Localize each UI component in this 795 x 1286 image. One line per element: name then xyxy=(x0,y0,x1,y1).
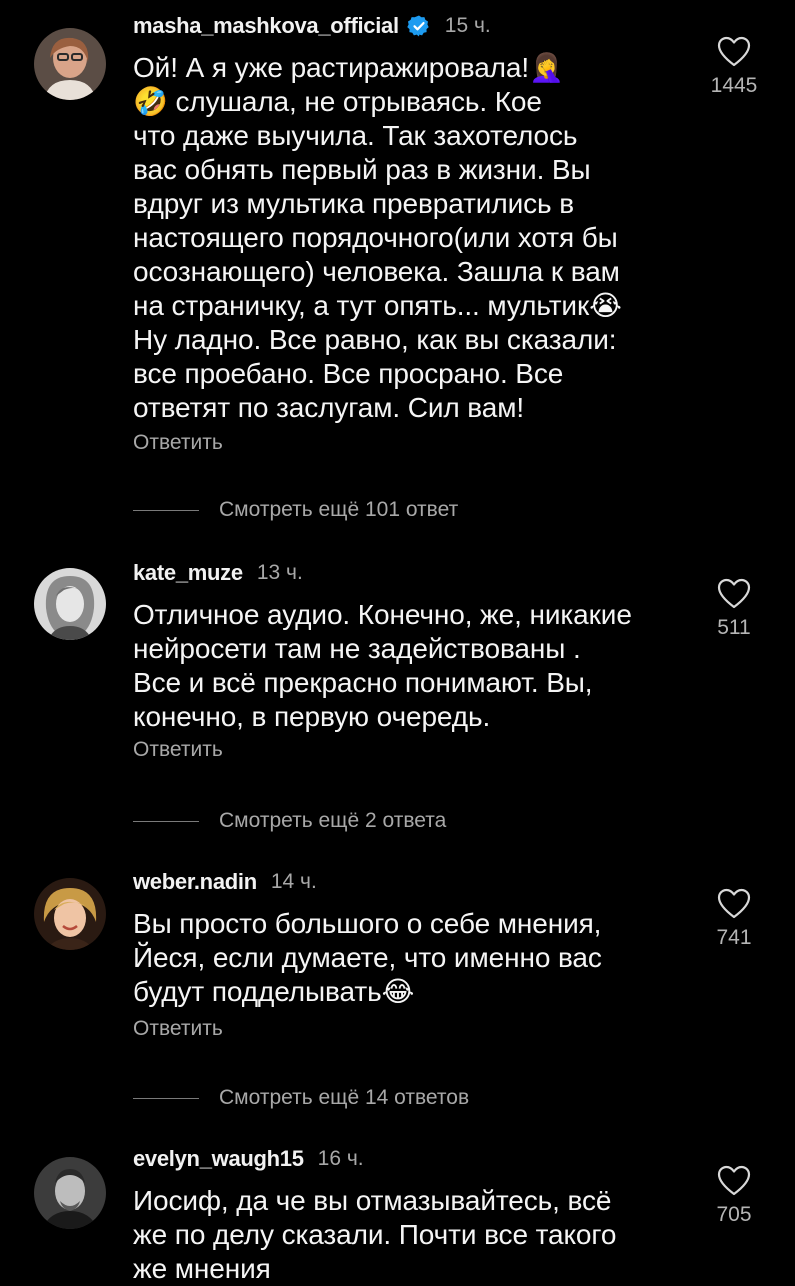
heart-outline-icon xyxy=(717,578,751,609)
username[interactable]: kate_muze xyxy=(133,560,243,586)
like-count: 1445 xyxy=(710,74,758,97)
comment-item: weber.nadin 14 ч. Вы просто большого о с… xyxy=(0,862,795,1122)
comment-item: kate_muze 13 ч. Отличное аудио. Конечно,… xyxy=(0,553,795,843)
view-more-replies-label: Смотреть ещё 101 ответ xyxy=(219,498,459,521)
comment-header: evelyn_waugh15 16 ч. xyxy=(133,1139,364,1179)
divider-line xyxy=(133,509,199,511)
heart-outline-icon xyxy=(717,888,751,919)
comment-time: 14 ч. xyxy=(270,870,317,893)
divider-line xyxy=(133,820,199,822)
comment-text: Вы просто большого о себе мнения, Йеся, … xyxy=(133,908,602,1007)
comment-time: 15 ч. xyxy=(444,14,491,37)
comment-text: Иосиф, да че вы отмазывайтесь, всё же по… xyxy=(133,1185,617,1284)
like-button[interactable]: 511 xyxy=(690,578,778,640)
like-count: 741 xyxy=(716,926,752,949)
reply-button[interactable]: Ответить xyxy=(133,738,223,762)
like-button[interactable]: 741 xyxy=(690,888,778,950)
comment-text: Ой! А я уже растиражировала!🤦‍♀️ 🤣 слуша… xyxy=(133,52,622,423)
view-more-replies-label: Смотреть ещё 2 ответа xyxy=(219,809,447,832)
avatar[interactable] xyxy=(34,1157,106,1229)
comment-time: 16 ч. xyxy=(317,1147,364,1170)
comment-header: masha_mashkova_official 15 ч. xyxy=(133,6,491,46)
verified-badge-icon xyxy=(407,14,431,38)
avatar[interactable] xyxy=(34,28,106,100)
username[interactable]: evelyn_waugh15 xyxy=(133,1146,304,1172)
avatar[interactable] xyxy=(34,568,106,640)
like-button[interactable]: 705 xyxy=(690,1165,778,1227)
comment-header: kate_muze 13 ч. xyxy=(133,553,303,593)
comment-item: masha_mashkova_official 15 ч. Ой! А я уж… xyxy=(0,6,795,526)
comment-text: Отличное аудио. Конечно, же, никакие ней… xyxy=(133,599,632,732)
reply-button[interactable]: Ответить xyxy=(133,1017,223,1041)
like-count: 511 xyxy=(717,616,751,639)
heart-outline-icon xyxy=(717,36,751,67)
view-more-replies-label: Смотреть ещё 14 ответов xyxy=(219,1086,470,1109)
view-more-replies[interactable]: Смотреть ещё 2 ответа xyxy=(133,806,446,836)
avatar[interactable] xyxy=(34,878,106,950)
comment-header: weber.nadin 14 ч. xyxy=(133,862,317,902)
comment-item: evelyn_waugh15 16 ч. Иосиф, да че вы отм… xyxy=(0,1139,795,1284)
divider-line xyxy=(133,1097,199,1099)
view-more-replies[interactable]: Смотреть ещё 101 ответ xyxy=(133,495,458,525)
view-more-replies[interactable]: Смотреть ещё 14 ответов xyxy=(133,1083,469,1113)
like-button[interactable]: 1445 xyxy=(690,36,778,98)
reply-button[interactable]: Ответить xyxy=(133,431,223,455)
username[interactable]: masha_mashkova_official xyxy=(133,13,399,39)
like-count: 705 xyxy=(716,1203,752,1226)
comment-time: 13 ч. xyxy=(256,561,303,584)
heart-outline-icon xyxy=(717,1165,751,1196)
username[interactable]: weber.nadin xyxy=(133,869,257,895)
